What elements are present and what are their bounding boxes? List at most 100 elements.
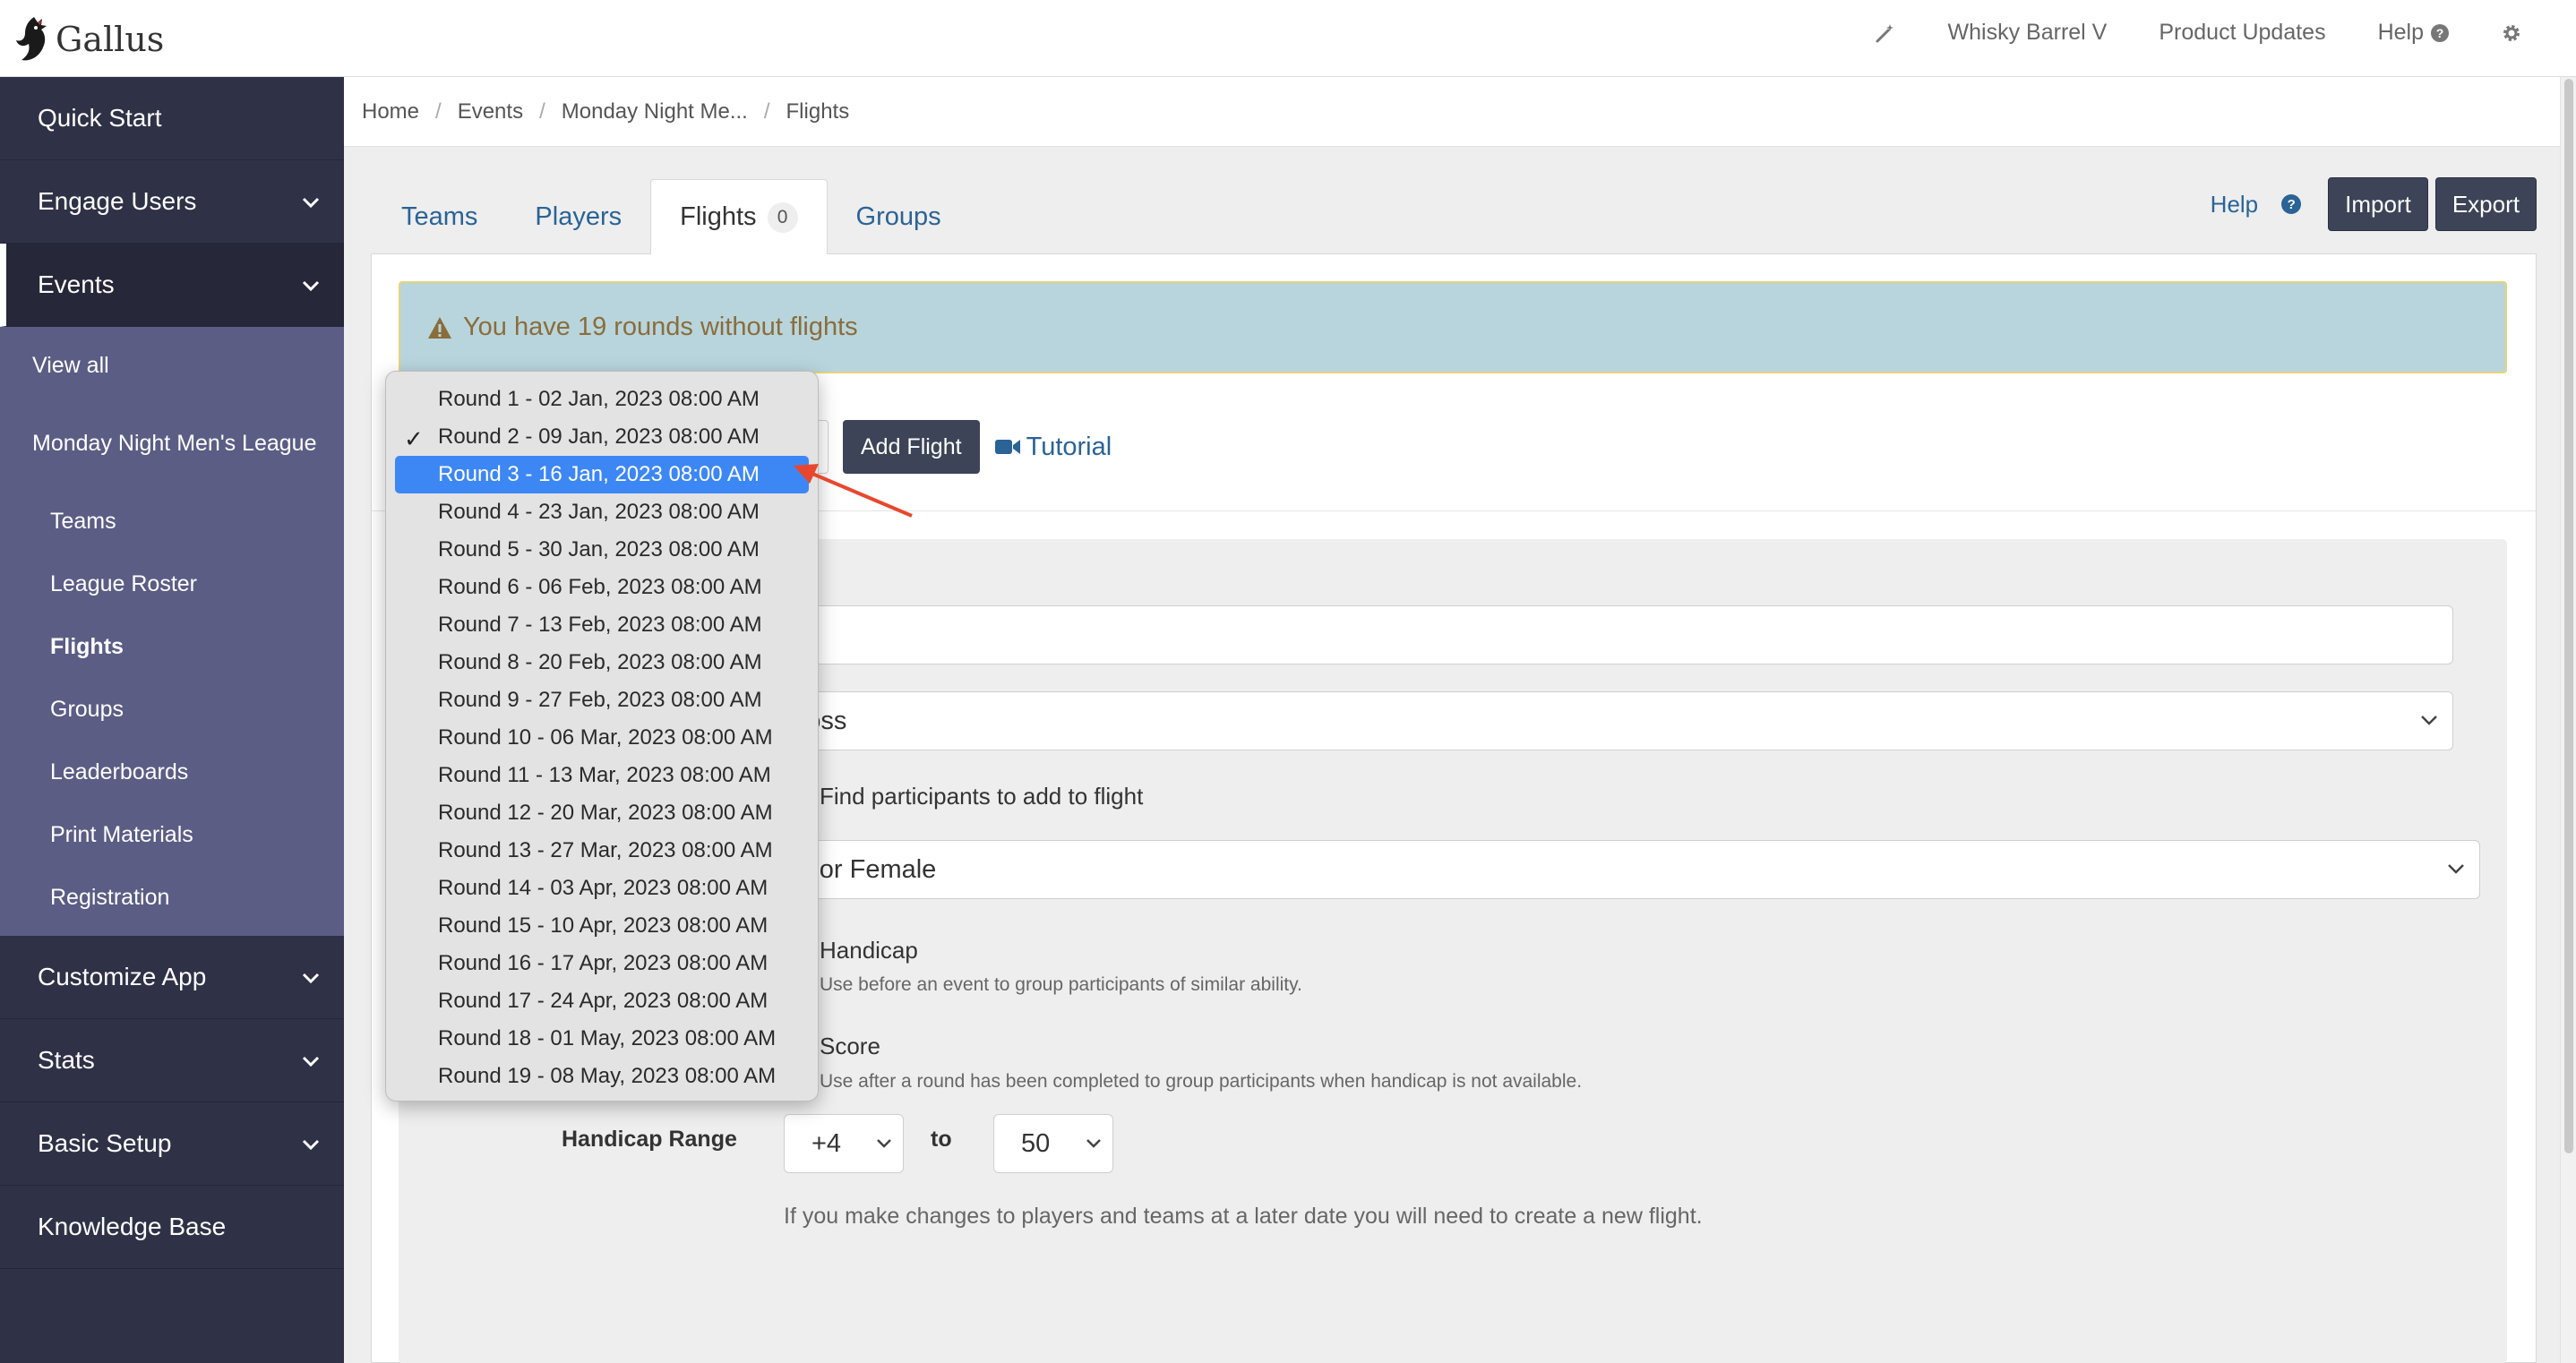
tab-flights-label: Flights	[680, 202, 757, 231]
round-option-label: Round 12 - 20 Mar, 2023 08:00 AM	[438, 801, 773, 825]
sidebar-item-customize-app[interactable]: Customize App	[0, 936, 344, 1019]
range-note: If you make changes to players and teams…	[784, 1204, 1703, 1229]
annotation-arrow-icon	[794, 464, 913, 518]
round-option[interactable]: Round 8 - 20 Feb, 2023 08:00 AM	[395, 644, 809, 682]
round-option-label: Round 8 - 20 Feb, 2023 08:00 AM	[438, 650, 762, 674]
breadcrumb-separator: /	[763, 99, 770, 124]
round-option[interactable]: Round 12 - 20 Mar, 2023 08:00 AM	[395, 794, 809, 832]
round-option-label: Round 11 - 13 Mar, 2023 08:00 AM	[438, 763, 771, 787]
submenu-teams[interactable]: Teams	[0, 490, 344, 553]
round-option[interactable]: Round 4 - 23 Jan, 2023 08:00 AM	[395, 493, 809, 531]
submenu-league-roster[interactable]: League Roster	[0, 553, 344, 615]
round-option[interactable]: Round 9 - 27 Feb, 2023 08:00 AM	[395, 682, 809, 719]
chevron-down-icon	[877, 1139, 891, 1148]
round-option-label: Round 16 - 17 Apr, 2023 08:00 AM	[438, 951, 769, 975]
round-option[interactable]: Round 15 - 10 Apr, 2023 08:00 AM	[395, 907, 809, 945]
tab-teams[interactable]: Teams	[373, 179, 506, 254]
round-option-label: Round 10 - 06 Mar, 2023 08:00 AM	[438, 725, 773, 750]
sidebar-item-label: Events	[38, 270, 115, 298]
round-option-label: Round 13 - 27 Mar, 2023 08:00 AM	[438, 838, 773, 862]
round-option[interactable]: Round 13 - 27 Mar, 2023 08:00 AM	[395, 832, 809, 870]
flight-name-input[interactable]	[757, 605, 2453, 664]
breadcrumb-league[interactable]: Monday Night Me...	[562, 99, 748, 124]
warning-icon	[428, 316, 451, 339]
round-option[interactable]: Round 17 - 24 Apr, 2023 08:00 AM	[395, 982, 809, 1020]
magic-wand-button[interactable]	[1875, 22, 1896, 44]
handicap-from-select[interactable]: +4	[784, 1114, 904, 1173]
breadcrumb-current: Flights	[786, 99, 850, 124]
tab-flights[interactable]: Flights 0	[650, 179, 828, 254]
tab-players[interactable]: Players	[506, 179, 650, 254]
submenu-flights[interactable]: Flights	[0, 615, 344, 678]
sidebar-item-basic-setup[interactable]: Basic Setup	[0, 1102, 344, 1186]
sidebar-item-quick-start[interactable]: Quick Start	[0, 77, 344, 160]
chevron-down-icon	[302, 1056, 320, 1067]
help-menu[interactable]: Help ?	[2378, 20, 2449, 46]
sidebar-item-label: Quick Start	[38, 104, 162, 132]
magic-wand-icon	[1876, 23, 1893, 42]
round-option-label: Round 2 - 09 Jan, 2023 08:00 AM	[438, 424, 760, 449]
submenu-view-all[interactable]: View all	[0, 334, 344, 397]
round-option[interactable]: Round 1 - 02 Jan, 2023 08:00 AM	[395, 381, 809, 418]
round-option[interactable]: Round 16 - 17 Apr, 2023 08:00 AM	[395, 945, 809, 982]
help-link[interactable]: Help ?	[2210, 190, 2302, 219]
gear-icon	[2503, 24, 2520, 41]
sidebar-item-label: Stats	[38, 1046, 95, 1074]
sidebar-item-engage-users[interactable]: Engage Users	[0, 160, 344, 244]
export-button[interactable]: Export	[2434, 177, 2537, 231]
round-option[interactable]: ✓ Round 2 - 09 Jan, 2023 08:00 AM	[395, 418, 809, 456]
sidebar-item-knowledge-base[interactable]: Knowledge Base	[0, 1186, 344, 1269]
tutorial-link[interactable]: Tutorial	[994, 433, 1112, 462]
handicap-option-hint: Use before an event to group participant…	[820, 974, 1302, 995]
round-option[interactable]: Round 7 - 13 Feb, 2023 08:00 AM	[395, 606, 809, 644]
round-option[interactable]: Round 11 - 13 Mar, 2023 08:00 AM	[395, 757, 809, 794]
rooster-logo-icon	[16, 17, 47, 61]
round-option[interactable]: Round 3 - 16 Jan, 2023 08:00 AM	[395, 456, 809, 493]
breadcrumb-events[interactable]: Events	[458, 99, 523, 124]
gender-select[interactable]: ale or Female	[757, 840, 2480, 899]
submenu-print-materials[interactable]: Print Materials	[0, 803, 344, 866]
submenu-registration[interactable]: Registration	[0, 866, 344, 929]
submenu-league[interactable]: Monday Night Men's League	[0, 397, 344, 490]
help-link-label: Help	[2210, 190, 2259, 218]
chevron-down-icon	[302, 197, 320, 209]
org-switcher[interactable]: Whisky Barrel V	[1948, 20, 2108, 46]
round-option[interactable]: Round 6 - 06 Feb, 2023 08:00 AM	[395, 569, 809, 606]
chevron-down-icon	[302, 280, 320, 292]
submenu-leaderboards[interactable]: Leaderboards	[0, 741, 344, 803]
sidebar-item-stats[interactable]: Stats	[0, 1019, 344, 1102]
product-updates-link[interactable]: Product Updates	[2159, 20, 2325, 46]
round-select-dropdown: Round 1 - 02 Jan, 2023 08:00 AM ✓ Round 2 …	[385, 371, 819, 1102]
round-option[interactable]: Round 5 - 30 Jan, 2023 08:00 AM	[395, 531, 809, 569]
tab-groups[interactable]: Groups	[828, 179, 970, 254]
scrollbar-thumb[interactable]	[2564, 79, 2573, 1153]
app-logo[interactable]: Gallus	[13, 13, 164, 66]
submenu-groups[interactable]: Groups	[0, 678, 344, 741]
breadcrumb: Home / Events / Monday Night Me... / Fli…	[344, 77, 2576, 147]
sidebar-item-events[interactable]: Events	[0, 244, 344, 327]
page-scrollbar[interactable]	[2560, 77, 2576, 1363]
score-option-label[interactable]: Score	[820, 1033, 880, 1060]
breadcrumb-home[interactable]: Home	[362, 99, 419, 124]
handicap-to-select[interactable]: 50	[993, 1114, 1113, 1173]
handicap-option-label[interactable]: Handicap	[820, 937, 918, 964]
scoring-select[interactable]: Gross	[757, 691, 2453, 750]
round-option[interactable]: Round 19 - 08 May, 2023 08:00 AM	[395, 1058, 809, 1095]
chevron-down-icon	[2448, 864, 2464, 874]
question-circle-icon: ?	[2281, 194, 2302, 214]
round-option[interactable]: Round 10 - 06 Mar, 2023 08:00 AM	[395, 719, 809, 757]
round-option-label: Round 9 - 27 Feb, 2023 08:00 AM	[438, 688, 762, 712]
round-option[interactable]: Round 18 - 01 May, 2023 08:00 AM	[395, 1020, 809, 1058]
handicap-range-label: Handicap Range	[562, 1127, 737, 1152]
round-option-label: Round 18 - 01 May, 2023 08:00 AM	[438, 1026, 777, 1050]
page-actions: Help ? Import Export	[2211, 177, 2537, 231]
sidebar-item-label: Basic Setup	[38, 1129, 172, 1157]
round-option-label: Round 5 - 30 Jan, 2023 08:00 AM	[438, 537, 760, 561]
sidebar-item-label: Engage Users	[38, 187, 197, 215]
import-button[interactable]: Import	[2328, 177, 2428, 231]
settings-button[interactable]	[2501, 22, 2522, 44]
sidebar-item-label: Knowledge Base	[38, 1213, 227, 1240]
sidebar: Quick Start Engage Users Events View all…	[0, 77, 344, 1363]
round-option-label: Round 7 - 13 Feb, 2023 08:00 AM	[438, 613, 762, 637]
round-option[interactable]: Round 14 - 03 Apr, 2023 08:00 AM	[395, 870, 809, 907]
